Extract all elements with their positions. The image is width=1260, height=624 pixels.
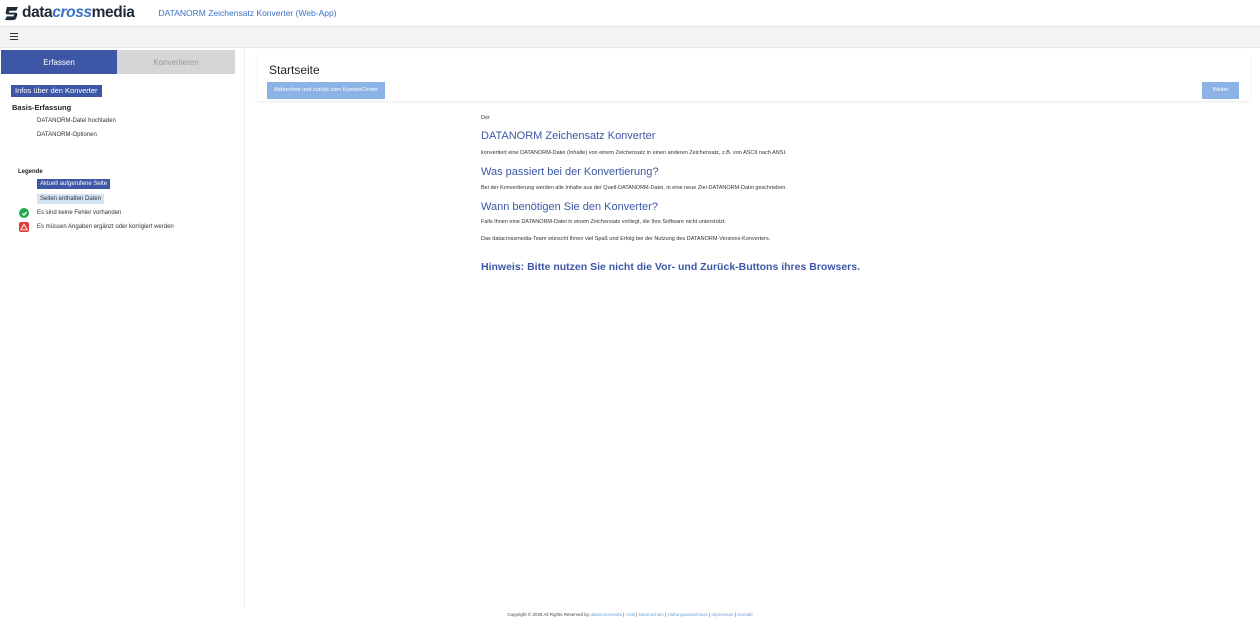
tab-konvertieren[interactable]: Konvertieren [117,50,235,74]
legend-has-data: Seiten enthalten Daten [37,194,105,204]
warning-icon [19,222,29,232]
footer-separator: | [734,612,737,617]
footer-separator: | [708,612,711,617]
footer-link-kontakt[interactable]: Kontakt [737,612,752,617]
footer-link-haftungsausschluss[interactable]: Haftungsausschluss [667,612,707,617]
text-team: Das datacrossmedia-Team wünscht Ihnen vi… [481,236,771,242]
legend-warn-row: Es müssen Angaben ergänzt oder korrigier… [19,222,174,232]
heading-when-needed: Wann benötigen Sie den Konverter? [481,201,658,213]
text-what-happens: Bei der Konvertierung werden alle Inhalt… [481,185,787,191]
abort-button[interactable]: Abbrechen und zurück zum KundenCenter [267,82,385,99]
heading-what-happens: Was passiert bei der Konvertierung? [481,166,659,178]
legend-current-page: Aktuell aufgerufene Seite [37,179,111,189]
footer-link-impressum[interactable]: Impressum [711,612,733,617]
footer-link-agb[interactable]: AGB [625,612,635,617]
footer-separator: | [664,612,667,617]
logo-text: datacrossmedia [22,4,135,21]
menu-bar [0,27,1260,48]
content-header: Startseite Abbrechen und zurück zum Kund… [257,55,1250,101]
sidebar-item-optionen[interactable]: DATANORM-Optionen [37,132,97,138]
text-converter: konvertiert eine DATANORM-Datei (Inhalte… [481,150,787,156]
text-when-needed: Falls Ihnen eine DATANORM-Datei in einem… [481,219,726,225]
sidebar: Erfassen Konvertieren Infos über den Kon… [0,48,245,608]
footer-link-datacrossmedia[interactable]: datacrossmedia [590,612,622,617]
page-title: Startseite [269,63,320,77]
copyright-text: Copyright © 2026 All Rights Reserved by [507,612,589,617]
sidebar-tabs: Erfassen Konvertieren [1,50,244,74]
legend-ok-row: Es sind keine Fehler vorhanden [19,208,121,218]
app-title: DATANORM Zeichensatz Konverter (Web-App) [158,8,337,18]
footer-link-datenschutz[interactable]: Datenschutz [639,612,664,617]
checkmark-icon [19,208,29,218]
intro-text: Der [481,115,490,121]
sidebar-item-datei-hochladen[interactable]: DATANORM-Datei hochladen [37,118,116,124]
legend-warn-label: Es müssen Angaben ergänzt oder korrigier… [37,224,174,230]
section-title-basis-erfassung: Basis-Erfassung [12,103,72,112]
legend-title: Legende [18,169,43,175]
hamburger-menu-icon[interactable] [10,33,18,41]
datacrossmedia-logo[interactable]: datacrossmedia [4,0,135,26]
logo-mark-icon [4,6,19,20]
legend-ok-label: Es sind keine Fehler vorhanden [37,210,122,216]
next-button[interactable]: Weiter [1202,82,1239,99]
heading-converter: DATANORM Zeichensatz Konverter [481,130,656,142]
footer-separator: | [636,612,638,617]
footer: Copyright © 2026 All Rights Reserved by … [0,612,1260,617]
browser-hint: Hinweis: Bitte nutzen Sie nicht die Vor-… [481,261,861,273]
top-bar: datacrossmedia DATANORM Zeichensatz Konv… [0,0,1260,27]
tab-erfassen[interactable]: Erfassen [1,50,117,74]
info-converter-button[interactable]: Infos über den Konverter [11,85,102,97]
